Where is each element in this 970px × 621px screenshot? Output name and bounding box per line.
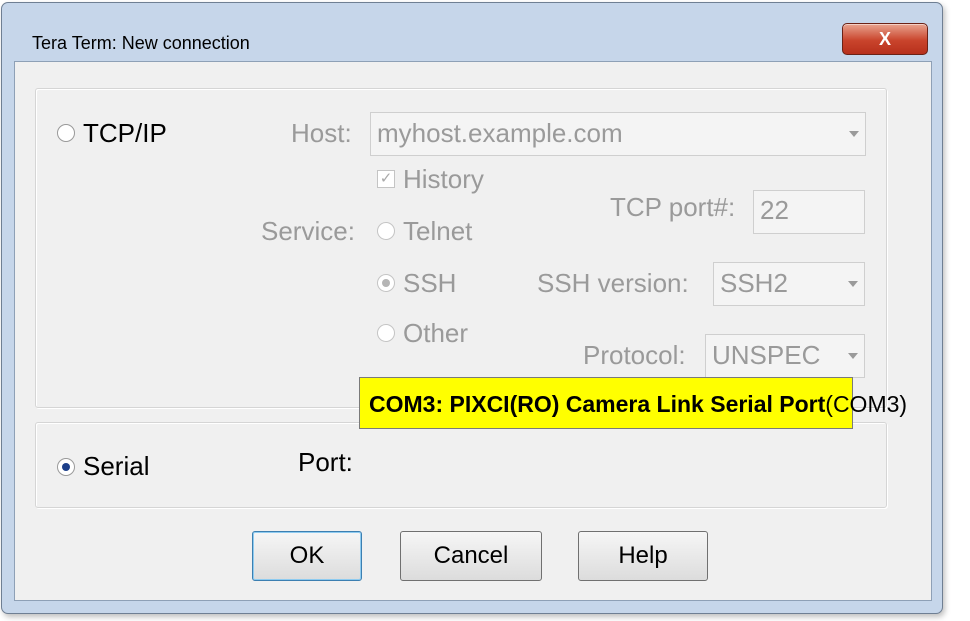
host-value: myhost.example.com — [377, 118, 623, 148]
host-combobox[interactable]: myhost.example.com — [370, 112, 866, 156]
history-label: History — [403, 164, 484, 194]
chevron-down-icon — [848, 281, 858, 287]
window-title: Tera Term: New connection — [32, 33, 250, 53]
chevron-down-icon — [849, 131, 859, 137]
ssh-version-label: SSH version: — [537, 268, 689, 298]
protocol-combobox[interactable]: UNSPEC — [705, 334, 865, 378]
ssh-version-combobox[interactable]: SSH2 — [713, 262, 865, 306]
ssh-version-value: SSH2 — [720, 268, 788, 298]
tcp-port-input[interactable]: 22 — [753, 190, 865, 234]
history-checkbox[interactable]: ✓ — [377, 170, 395, 188]
ok-button[interactable]: OK — [252, 531, 362, 581]
ssh-label: SSH — [403, 268, 457, 298]
cancel-button[interactable]: Cancel — [400, 531, 542, 581]
tcpip-label: TCP/IP — [83, 118, 167, 148]
dialog-window: Tera Term: New connection X TCP/IP Host:… — [1, 2, 943, 614]
close-icon: X — [878, 29, 891, 49]
help-button[interactable]: Help — [578, 531, 708, 581]
radio-selected-dot — [382, 279, 390, 287]
tcpip-radio[interactable] — [57, 124, 75, 142]
checkmark-icon: ✓ — [379, 170, 393, 187]
radio-selected-dot — [62, 463, 70, 471]
close-button[interactable]: X — [842, 23, 928, 55]
port-label: Port: — [298, 447, 353, 477]
port-value: COM3: PIXCI(RO) Camera Link Serial Port(… — [369, 391, 907, 418]
ssh-radio[interactable] — [377, 274, 395, 292]
serial-group — [35, 422, 887, 508]
other-radio[interactable] — [377, 324, 395, 342]
port-value-suffix: (COM3) — [825, 391, 908, 417]
telnet-radio[interactable] — [377, 222, 395, 240]
protocol-value: UNSPEC — [712, 340, 821, 370]
service-label: Service: — [261, 216, 355, 246]
chevron-down-icon — [848, 353, 858, 359]
protocol-label: Protocol: — [583, 340, 686, 370]
host-label: Host: — [291, 118, 352, 148]
tcp-port-label: TCP port#: — [610, 192, 736, 222]
tcp-port-value: 22 — [760, 195, 789, 225]
serial-label: Serial — [83, 451, 150, 481]
title-bar[interactable]: Tera Term: New connection X — [2, 3, 942, 55]
telnet-label: Telnet — [403, 216, 473, 246]
serial-radio[interactable] — [57, 458, 75, 476]
other-label: Other — [403, 318, 469, 348]
dialog-body: TCP/IP Host: myhost.example.com ✓ Histor… — [14, 61, 932, 601]
port-value-text: COM3: PIXCI(RO) Camera Link Serial Port — [369, 391, 826, 417]
